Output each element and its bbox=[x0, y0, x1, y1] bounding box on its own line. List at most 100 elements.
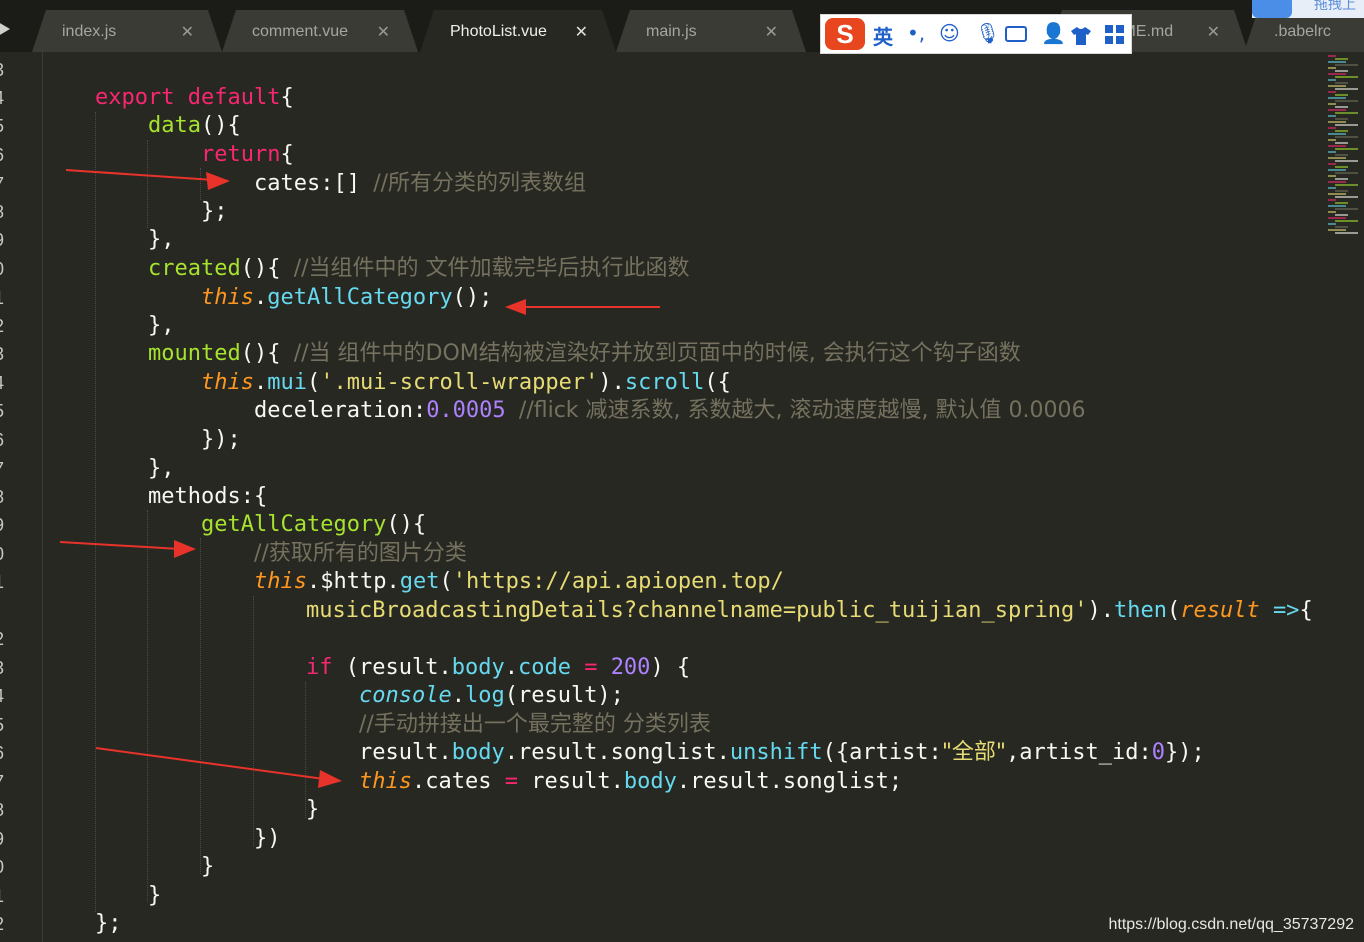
line-number: 6 bbox=[0, 430, 4, 451]
minimap-line bbox=[1335, 58, 1348, 60]
token-param: result bbox=[1180, 598, 1260, 623]
minimap-line bbox=[1328, 121, 1346, 123]
token-arrow: => bbox=[1272, 598, 1300, 623]
minimap-line bbox=[1328, 97, 1346, 99]
line-number: 7 bbox=[0, 772, 4, 793]
code-line: created(){ //当组件中的 文件加载完毕后执行此函数 bbox=[148, 255, 690, 283]
close-icon[interactable]: ✕ bbox=[765, 22, 778, 42]
skin-shirt-icon[interactable] bbox=[1071, 26, 1091, 45]
tab-photolist-vue[interactable]: PhotoList.vue ✕ bbox=[420, 10, 616, 52]
minimap-line bbox=[1328, 175, 1336, 177]
line-number: 8 bbox=[0, 487, 4, 508]
code-line: }); bbox=[201, 427, 241, 452]
close-icon[interactable]: ✕ bbox=[377, 22, 390, 42]
minimap-line bbox=[1335, 124, 1358, 126]
token-text: ({artist: bbox=[822, 740, 942, 765]
token-punct: ( bbox=[1166, 598, 1181, 623]
code-line: //获取所有的图片分类 bbox=[254, 540, 467, 568]
tab-main-js[interactable]: main.js ✕ bbox=[616, 10, 806, 52]
token-punct: ). bbox=[598, 370, 625, 395]
code-line: musicBroadcastingDetails?channelname=pub… bbox=[306, 597, 1313, 625]
token-operator: = bbox=[504, 769, 518, 794]
code-line: }, bbox=[148, 456, 175, 481]
minimap-line bbox=[1335, 160, 1358, 162]
token-keyword: export bbox=[95, 85, 175, 110]
tab-comment-vue[interactable]: comment.vue ✕ bbox=[222, 10, 418, 52]
minimap-line bbox=[1335, 94, 1348, 96]
token-punct: { bbox=[280, 85, 294, 110]
language-toggle[interactable]: 英 bbox=[873, 21, 893, 50]
tab-label: index.js bbox=[62, 23, 117, 40]
close-icon[interactable]: ✕ bbox=[1207, 22, 1220, 42]
indent-guide bbox=[253, 596, 255, 846]
minimap-line bbox=[1328, 211, 1336, 213]
code-line: data(){ bbox=[148, 112, 241, 140]
microphone-icon[interactable]: 🎙 bbox=[975, 21, 1000, 45]
code-line: this.mui('.mui-scroll-wrapper').scroll({ bbox=[201, 369, 731, 397]
minimap-line bbox=[1335, 112, 1358, 114]
token-punct: (){ bbox=[200, 113, 241, 138]
token-function: mounted bbox=[148, 341, 241, 366]
minimap-line bbox=[1328, 103, 1336, 105]
minimap-line bbox=[1335, 184, 1358, 186]
code-line: mounted(){ //当 组件中的DOM结构被渲染好并放到页面中的时候, 会… bbox=[148, 340, 1021, 368]
token-prop: body bbox=[623, 769, 677, 794]
tab-label: main.js bbox=[646, 23, 697, 40]
token-text: .cates bbox=[411, 769, 505, 794]
minimap-line bbox=[1335, 172, 1358, 174]
token-console: console bbox=[359, 683, 452, 708]
token-method: get bbox=[399, 569, 440, 594]
user-icon[interactable]: 👤 bbox=[1041, 21, 1066, 45]
line-number: 9 bbox=[0, 515, 4, 536]
token-comment: //flick 减速系数, 系数越大, 滚动速度越慢, 默认值 0.0006 bbox=[518, 398, 1086, 423]
line-number: 3 bbox=[0, 658, 4, 679]
indent-guide bbox=[200, 538, 202, 874]
token-string: musicBroadcastingDetails?channelname=pub… bbox=[306, 598, 1088, 623]
token-this: this bbox=[254, 569, 307, 594]
token-string: "全部" bbox=[941, 740, 1007, 765]
minimap-line bbox=[1335, 100, 1358, 102]
minimap-line bbox=[1335, 136, 1358, 138]
token-method: then bbox=[1113, 598, 1167, 623]
close-icon[interactable]: ✕ bbox=[575, 22, 588, 42]
line-number: 9 bbox=[0, 829, 4, 850]
close-icon[interactable]: ✕ bbox=[181, 22, 194, 42]
minimap[interactable] bbox=[1328, 55, 1364, 245]
line-number: 3 bbox=[0, 344, 4, 365]
punctuation-toggle[interactable]: •, bbox=[907, 21, 925, 45]
sogou-logo-icon[interactable]: S bbox=[825, 18, 865, 50]
line-number: 2 bbox=[0, 914, 4, 935]
minimap-line bbox=[1328, 187, 1336, 189]
line-number: 8 bbox=[0, 202, 4, 223]
minimap-line bbox=[1328, 91, 1336, 93]
minimap-line bbox=[1328, 139, 1336, 141]
emoji-icon[interactable]: ☺ bbox=[939, 21, 960, 45]
token-punct: (){ bbox=[386, 512, 427, 537]
line-number: 4 bbox=[0, 373, 4, 394]
code-line: }, bbox=[148, 227, 175, 252]
float-widget[interactable]: 拖拽上 bbox=[1252, 0, 1364, 18]
token-keyword: return bbox=[201, 142, 281, 167]
play-arrow-icon[interactable] bbox=[0, 22, 10, 36]
line-number: 2 bbox=[0, 629, 4, 650]
tab-index-js[interactable]: index.js ✕ bbox=[32, 10, 222, 52]
indent-guide bbox=[147, 140, 149, 228]
minimap-line bbox=[1335, 196, 1358, 198]
annotation-arrow bbox=[59, 540, 196, 558]
toolbox-icon[interactable] bbox=[1105, 25, 1125, 45]
minimap-line bbox=[1328, 79, 1336, 81]
minimap-line bbox=[1335, 148, 1358, 150]
minimap-line bbox=[1328, 133, 1346, 135]
code-line: }; bbox=[95, 911, 122, 936]
indent-guide bbox=[147, 510, 149, 902]
token-punct: { bbox=[280, 142, 294, 167]
token-function: data bbox=[148, 113, 201, 138]
keyboard-icon[interactable] bbox=[1005, 26, 1027, 42]
line-number: 8 bbox=[0, 800, 4, 821]
minimap-line bbox=[1335, 76, 1358, 78]
code-line: return{ bbox=[201, 141, 294, 169]
token-punct: . bbox=[253, 285, 268, 310]
token-comment: //所有分类的列表数组 bbox=[373, 171, 587, 196]
